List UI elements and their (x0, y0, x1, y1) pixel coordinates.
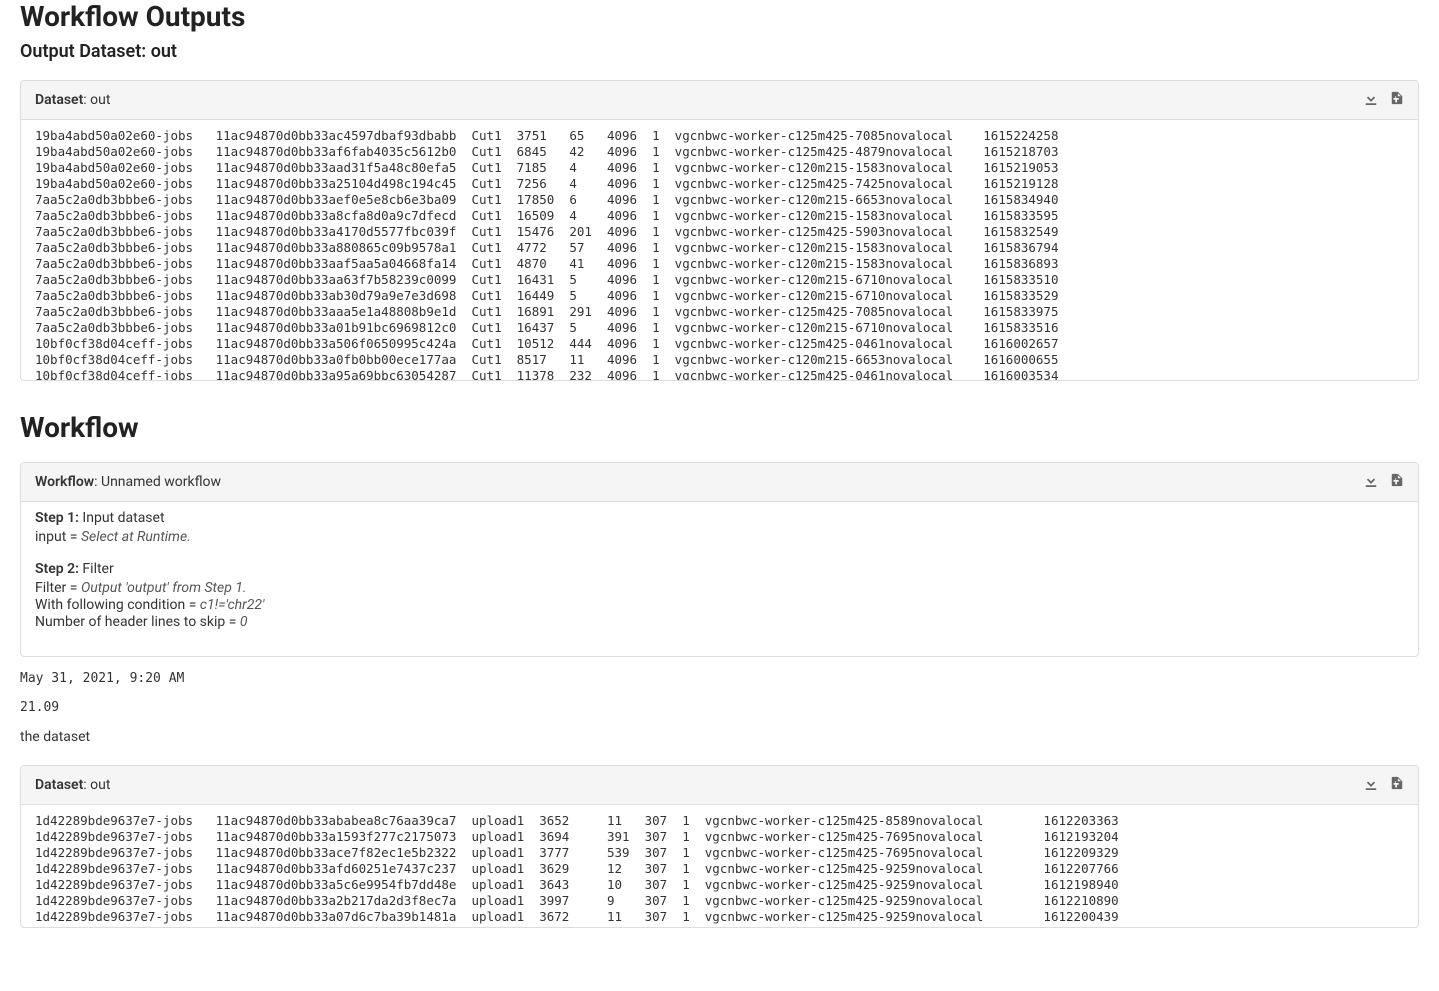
import-icon[interactable] (1390, 91, 1404, 109)
workflow-card-header: Workflow: Unnamed workflow (21, 463, 1418, 502)
dataset-card-2-body: 1d42289bde9637e7-jobs 11ac94870d0bb33aba… (21, 805, 1418, 927)
download-icon[interactable] (1364, 91, 1378, 109)
dataset-card-1-title: Dataset: out (35, 92, 110, 108)
download-icon[interactable] (1364, 473, 1378, 491)
import-icon[interactable] (1390, 473, 1404, 491)
output-dataset-name: out (151, 41, 177, 62)
step-param: Number of header lines to skip = 0 (35, 614, 1404, 630)
workflow-card-actions (1364, 473, 1404, 491)
dataset-card-2-actions (1364, 776, 1404, 794)
import-icon[interactable] (1390, 776, 1404, 794)
workflow-outputs-heading: Workflow Outputs (20, 0, 1419, 33)
dataset-card-2: Dataset: out 1d42289bde9637e7-jobs 11ac9… (20, 765, 1419, 928)
dataset-2-rows: 1d42289bde9637e7-jobs 11ac94870d0bb33aba… (35, 813, 1404, 925)
dataset-card-2-title: Dataset: out (35, 777, 110, 793)
workflow-card-body: Step 1: Input dataset input = Select at R… (21, 502, 1418, 656)
dataset-card-1-body[interactable]: 19ba4abd50a02e60-jobs 11ac94870d0bb33ac4… (21, 120, 1418, 380)
dataset-label: Dataset (35, 92, 83, 108)
workflow-card: Workflow: Unnamed workflow Step 1: Input… (20, 462, 1419, 657)
workflow-step: Step 1: Input dataset input = Select at R… (35, 510, 1404, 545)
version-text: 21.09 (20, 700, 1419, 715)
output-dataset-heading: Output Dataset: out (20, 41, 1419, 62)
workflow-card-title: Workflow: Unnamed workflow (35, 474, 221, 490)
workflow-label: Workflow (35, 474, 94, 490)
dataset-card-1-header: Dataset: out (21, 81, 1418, 120)
output-dataset-prefix: Output Dataset: (20, 41, 146, 62)
workflow-name: Unnamed workflow (101, 474, 221, 490)
dataset-intro-text: the dataset (20, 729, 1419, 745)
workflow-heading: Workflow (20, 411, 1419, 444)
dataset-name: out (90, 92, 110, 108)
dataset-card-1: Dataset: out 19ba4abd50a02e60-jobs 11ac9… (20, 80, 1419, 381)
timestamp-text: May 31, 2021, 9:20 AM (20, 671, 1419, 686)
workflow-step: Step 2: Filter Filter = Output 'output' f… (35, 561, 1404, 630)
dataset-1-rows: 19ba4abd50a02e60-jobs 11ac94870d0bb33ac4… (35, 128, 1404, 380)
download-icon[interactable] (1364, 776, 1378, 794)
step-param: With following condition = c1!='chr22' (35, 597, 1404, 613)
step-param: Filter = Output 'output' from Step 1. (35, 580, 1404, 596)
dataset-name: out (90, 777, 110, 793)
dataset-label: Dataset (35, 777, 83, 793)
step-param: input = Select at Runtime. (35, 529, 1404, 545)
step-title: Step 1: Input dataset (35, 510, 1404, 526)
dataset-card-1-actions (1364, 91, 1404, 109)
dataset-card-2-header: Dataset: out (21, 766, 1418, 805)
step-title: Step 2: Filter (35, 561, 1404, 577)
